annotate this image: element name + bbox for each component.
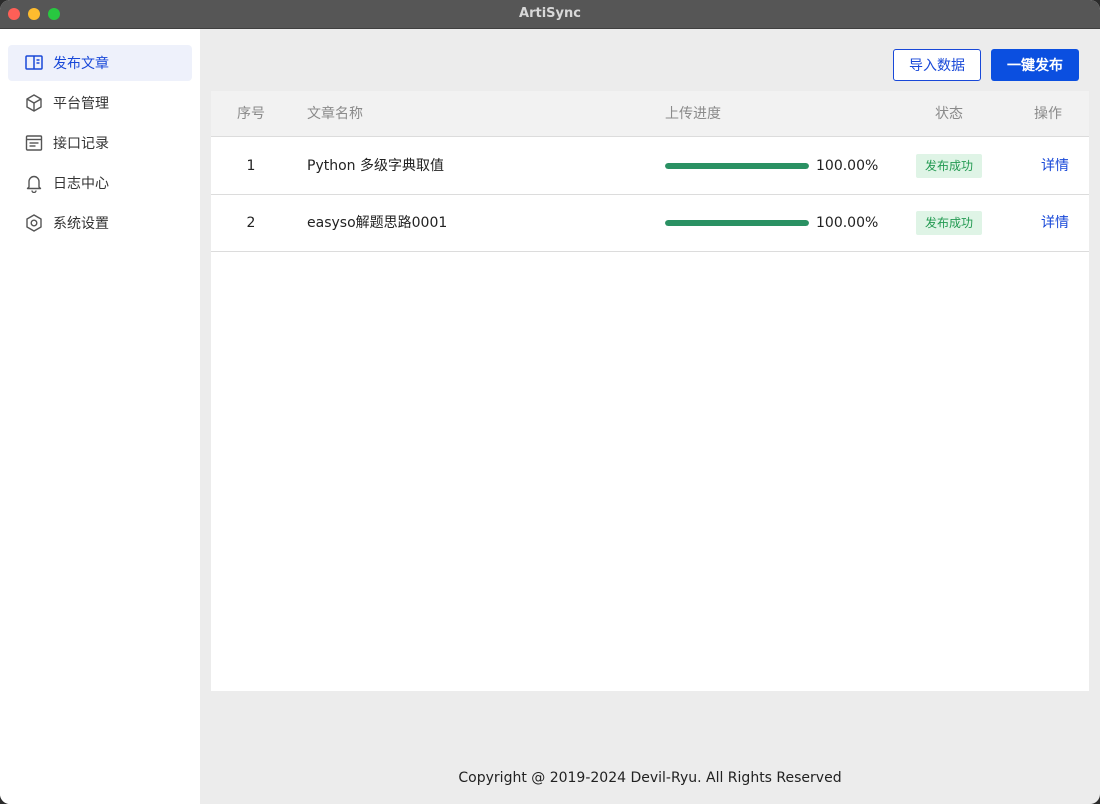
sidebar-item-system-settings[interactable]: 系统设置 bbox=[8, 205, 192, 241]
cube-icon bbox=[24, 93, 44, 113]
sidebar-item-log-center[interactable]: 日志中心 bbox=[8, 165, 192, 201]
status-badge: 发布成功 bbox=[916, 211, 982, 235]
book-open-icon bbox=[24, 53, 44, 73]
sidebar-item-label: 平台管理 bbox=[53, 96, 109, 112]
articles-table: 序号 文章名称 上传进度 状态 操作 1 Python 多级字典取值 100.0… bbox=[211, 91, 1089, 691]
window-title: ArtiSync bbox=[519, 6, 581, 21]
article-name: Python 多级字典取值 bbox=[307, 158, 444, 174]
sidebar-item-label: 接口记录 bbox=[53, 136, 109, 152]
row-index: 1 bbox=[246, 158, 256, 174]
upload-progress-bar bbox=[665, 163, 809, 169]
article-name: easyso解题思路0001 bbox=[307, 215, 448, 231]
bell-icon bbox=[24, 173, 44, 193]
table-row: 1 Python 多级字典取值 100.00% 发布成功 详情 bbox=[211, 138, 1089, 195]
upload-progress-label: 100.00% bbox=[816, 215, 879, 231]
status-badge: 发布成功 bbox=[916, 154, 982, 178]
one-click-publish-button[interactable]: 一键发布 bbox=[991, 49, 1079, 81]
row-index: 2 bbox=[246, 215, 256, 231]
title-bar: ArtiSync bbox=[0, 0, 1100, 29]
sidebar-item-platform-management[interactable]: 平台管理 bbox=[8, 85, 192, 121]
details-link[interactable]: 详情 bbox=[1041, 195, 1069, 251]
column-header-status: 状态 bbox=[935, 106, 963, 122]
import-data-button[interactable]: 导入数据 bbox=[893, 49, 981, 81]
upload-progress-label: 100.00% bbox=[816, 158, 879, 174]
sidebar-item-publish-article[interactable]: 发布文章 bbox=[8, 45, 192, 81]
sidebar-item-label: 系统设置 bbox=[53, 216, 109, 232]
column-header-index: 序号 bbox=[237, 106, 265, 122]
gear-hexagon-icon bbox=[24, 213, 44, 233]
list-document-icon bbox=[24, 133, 44, 153]
copyright-footer: Copyright @ 2019-2024 Devil-Ryu. All Rig… bbox=[458, 770, 842, 786]
sidebar-item-label: 发布文章 bbox=[53, 56, 109, 72]
details-link[interactable]: 详情 bbox=[1041, 138, 1069, 194]
app-window: ArtiSync 发布文章 平台管理 接口记录 日志中心 系统设置 导入数据 一… bbox=[0, 0, 1100, 804]
table-row: 2 easyso解题思路0001 100.00% 发布成功 详情 bbox=[211, 195, 1089, 252]
upload-progress-fill bbox=[665, 163, 809, 169]
sidebar: 发布文章 平台管理 接口记录 日志中心 系统设置 bbox=[0, 29, 200, 804]
upload-progress-bar bbox=[665, 220, 809, 226]
upload-progress-fill bbox=[665, 220, 809, 226]
sidebar-item-label: 日志中心 bbox=[53, 176, 109, 192]
column-header-progress: 上传进度 bbox=[665, 106, 721, 122]
column-header-name: 文章名称 bbox=[307, 106, 363, 122]
sidebar-item-api-records[interactable]: 接口记录 bbox=[8, 125, 192, 161]
table-header: 序号 文章名称 上传进度 状态 操作 bbox=[211, 91, 1089, 137]
column-header-action: 操作 bbox=[1034, 106, 1062, 122]
